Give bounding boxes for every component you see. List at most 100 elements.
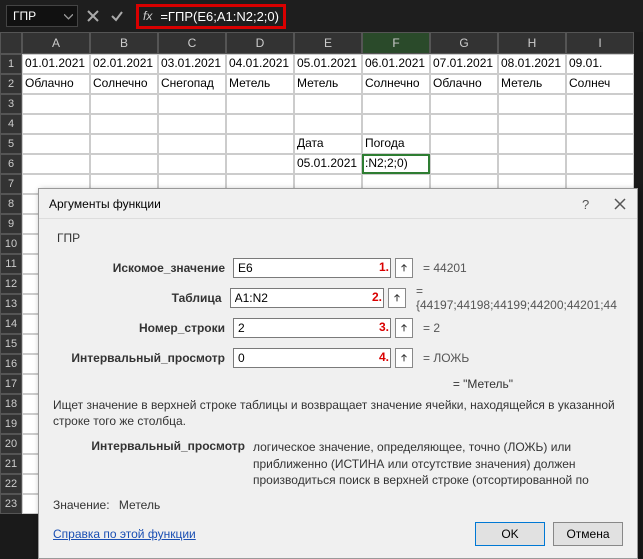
row-header[interactable]: 15 [0,334,22,354]
formula-bar-input[interactable]: =ГПР(E6;A1:N2;2;0) [160,9,279,24]
row-header[interactable]: 21 [0,454,22,474]
cell[interactable] [158,134,226,154]
row-header[interactable]: 23 [0,494,22,514]
cell[interactable] [90,134,158,154]
cell[interactable]: 05.01.2021 [294,54,362,74]
cell[interactable]: Облачно [22,74,90,94]
cell[interactable]: Облачно [430,74,498,94]
row-header[interactable]: 5 [0,134,22,154]
cell[interactable] [498,134,566,154]
arg-input-row-index[interactable] [233,318,391,338]
cell[interactable] [430,114,498,134]
cell[interactable] [22,154,90,174]
arg-input-range-lookup[interactable] [233,348,391,368]
row-header[interactable]: 18 [0,394,22,414]
row-header[interactable]: 7 [0,174,22,194]
fx-icon[interactable]: fx [143,9,152,23]
row-header[interactable]: 22 [0,474,22,494]
row-header[interactable]: 12 [0,274,22,294]
col-header-H[interactable]: H [498,32,566,54]
cell[interactable] [158,94,226,114]
cell[interactable] [226,114,294,134]
cell[interactable]: 04.01.2021 [226,54,294,74]
row-header[interactable]: 10 [0,234,22,254]
cell[interactable] [158,114,226,134]
row-header[interactable]: 13 [0,294,22,314]
accept-formula-icon[interactable] [108,7,126,25]
row-header[interactable]: 2 [0,74,22,94]
range-selector-icon[interactable] [395,258,413,278]
cell[interactable] [226,154,294,174]
col-header-B[interactable]: B [90,32,158,54]
cell[interactable] [90,94,158,114]
range-selector-icon[interactable] [395,318,413,338]
cell[interactable]: Дата [294,134,362,154]
cell[interactable] [226,134,294,154]
cell[interactable] [22,114,90,134]
cell[interactable]: Погода [362,134,430,154]
cell[interactable]: 02.01.2021 [90,54,158,74]
range-selector-icon[interactable] [395,348,413,368]
cell[interactable] [566,94,634,114]
cell[interactable]: 01.01.2021 [22,54,90,74]
cell[interactable] [498,114,566,134]
arg-input-table-array[interactable] [230,288,385,308]
row-header[interactable]: 19 [0,414,22,434]
cell[interactable]: 05.01.2021 [294,154,362,174]
col-header-C[interactable]: C [158,32,226,54]
cell[interactable] [430,154,498,174]
row-header[interactable]: 3 [0,94,22,114]
col-header-F[interactable]: F [362,32,430,54]
row-header[interactable]: 8 [0,194,22,214]
cell[interactable] [22,94,90,114]
cancel-formula-icon[interactable] [84,7,102,25]
cell[interactable] [294,114,362,134]
col-header-G[interactable]: G [430,32,498,54]
cell[interactable]: Солнечно [362,74,430,94]
cell[interactable] [362,114,430,134]
cell[interactable]: :N2;2;0) [362,154,430,174]
cell[interactable]: Метель [226,74,294,94]
row-header[interactable]: 1 [0,54,22,74]
cell[interactable] [158,154,226,174]
cell[interactable]: Солнечно [90,74,158,94]
cell[interactable] [362,94,430,114]
col-header-E[interactable]: E [294,32,362,54]
cell[interactable]: 06.01.2021 [362,54,430,74]
cell[interactable] [566,134,634,154]
row-header[interactable]: 11 [0,254,22,274]
cell[interactable]: 09.01. [566,54,634,74]
cell[interactable] [566,114,634,134]
row-header[interactable]: 17 [0,374,22,394]
cell[interactable] [22,134,90,154]
row-header[interactable]: 9 [0,214,22,234]
row-header[interactable]: 14 [0,314,22,334]
row-header[interactable]: 4 [0,114,22,134]
col-header-I[interactable]: I [566,32,634,54]
cell[interactable] [226,94,294,114]
cell[interactable]: Солнеч [566,74,634,94]
cell[interactable] [90,154,158,174]
cell[interactable] [430,134,498,154]
cell[interactable] [498,154,566,174]
cell[interactable]: Метель [498,74,566,94]
cell[interactable]: Метель [294,74,362,94]
select-all-corner[interactable] [0,32,22,54]
row-header[interactable]: 20 [0,434,22,454]
cell[interactable]: 03.01.2021 [158,54,226,74]
row-header[interactable]: 16 [0,354,22,374]
chevron-down-icon[interactable] [64,9,73,23]
close-icon[interactable] [613,197,627,211]
name-box[interactable]: ГПР [6,5,78,27]
cell[interactable] [566,154,634,174]
row-header[interactable]: 6 [0,154,22,174]
cell[interactable] [498,94,566,114]
arg-input-lookup-value[interactable] [233,258,391,278]
cell[interactable] [294,94,362,114]
cell[interactable] [430,94,498,114]
help-icon[interactable]: ? [579,197,593,211]
range-selector-icon[interactable] [388,288,406,308]
cell[interactable]: Снегопад [158,74,226,94]
cell[interactable]: 08.01.2021 [498,54,566,74]
cell[interactable] [90,114,158,134]
